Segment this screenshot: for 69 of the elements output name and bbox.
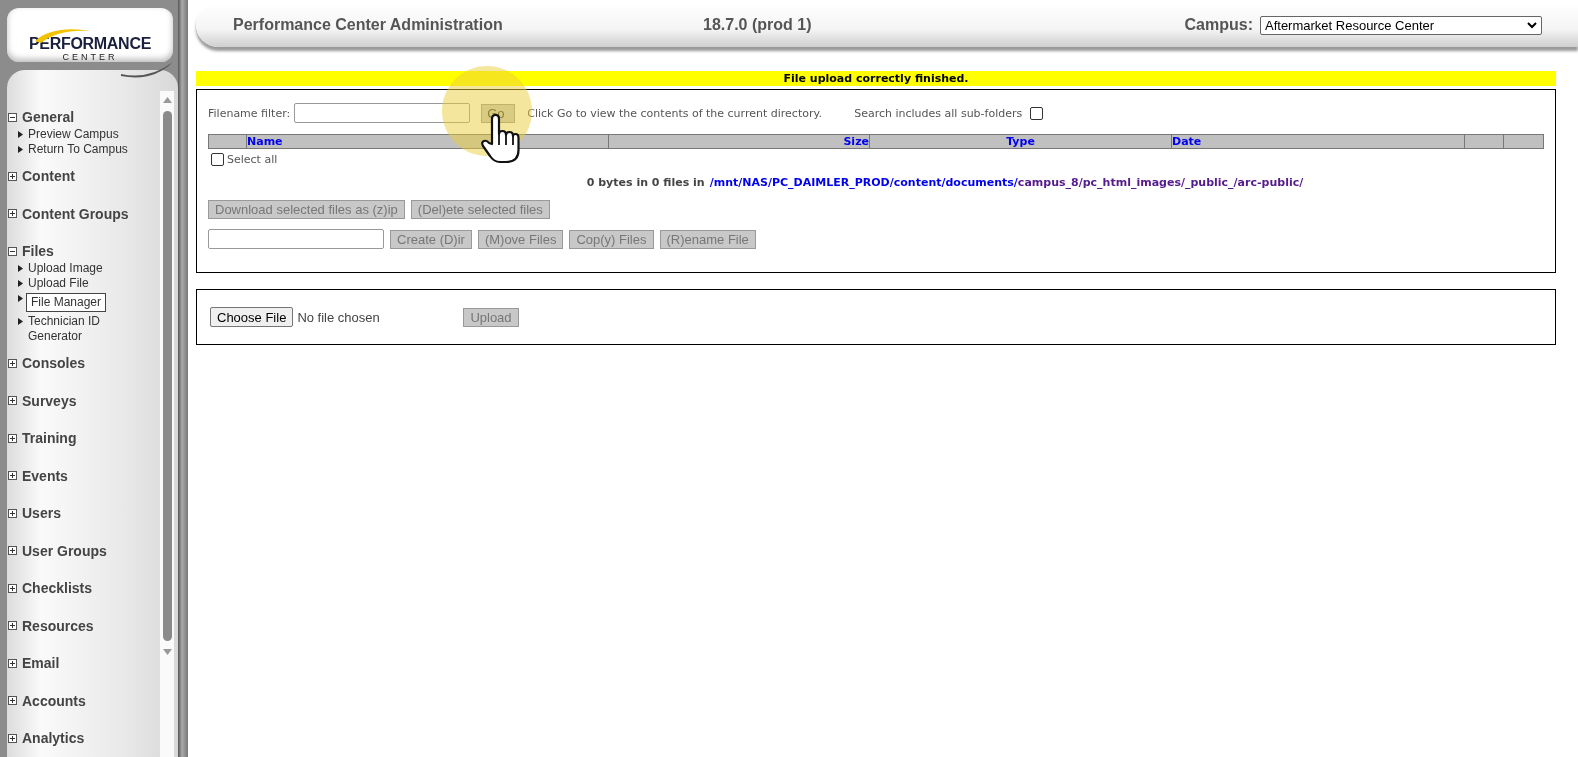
- toggle-icon[interactable]: [8, 696, 17, 705]
- scroll-up-icon[interactable]: [162, 97, 172, 103]
- version-label: 18.7.0 (prod 1): [703, 16, 812, 34]
- sidebar-section[interactable]: Content: [22, 168, 75, 184]
- toggle-icon[interactable]: [8, 433, 17, 443]
- choose-file-button[interactable]: Choose File: [210, 307, 294, 327]
- filter-field[interactable]: [294, 103, 471, 123]
- sidebar-section[interactable]: Events: [22, 467, 68, 484]
- toggle-icon[interactable]: [8, 583, 17, 593]
- column-header[interactable]: Size: [843, 135, 869, 148]
- caret-icon: [1527, 21, 1537, 29]
- sidebar-section[interactable]: User Groups: [22, 542, 107, 559]
- sidebar-item[interactable]: Preview Campus: [28, 127, 119, 142]
- subfolders-label: Search includes all sub-folders: [854, 106, 1023, 120]
- toggle-icon[interactable]: [8, 171, 17, 181]
- toggle-icon[interactable]: [8, 658, 17, 668]
- sidebar-section[interactable]: Analytics: [22, 730, 85, 746]
- toggle-icon[interactable]: [8, 733, 17, 743]
- sidebar-section[interactable]: Resources: [22, 617, 94, 634]
- triangle-icon: [18, 146, 23, 153]
- column-header[interactable]: Date: [1172, 135, 1202, 148]
- sidebar-section[interactable]: Surveys: [22, 392, 77, 409]
- triangle-icon: [18, 131, 23, 138]
- sidebar-section[interactable]: General: [22, 109, 75, 125]
- summary-text: 0 bytes in 0 files in: [586, 176, 705, 189]
- triangle-icon: [18, 318, 23, 325]
- column-header[interactable]: Name: [247, 135, 283, 148]
- sidebar-item[interactable]: Return To Campus: [28, 142, 128, 157]
- sidebar-item[interactable]: File Manager: [26, 293, 107, 312]
- status-message: File upload correctly finished.: [196, 71, 1556, 86]
- toggle-icon[interactable]: [8, 508, 17, 518]
- scroll-down-icon[interactable]: [162, 649, 172, 655]
- toggle-icon[interactable]: [8, 471, 17, 480]
- sidebar-section[interactable]: Content Groups: [22, 205, 129, 222]
- sidebar-section[interactable]: Consoles: [22, 355, 85, 371]
- toggle-icon[interactable]: [8, 209, 17, 218]
- toggle-icon[interactable]: [8, 246, 17, 256]
- sidebar-section[interactable]: Files: [22, 243, 54, 259]
- sidebar-section[interactable]: Users: [22, 505, 61, 521]
- logo-text: CENTER: [62, 52, 118, 62]
- file-status: No file chosen: [297, 309, 381, 325]
- sidebar-item[interactable]: Technician ID Generator: [28, 314, 138, 344]
- name-field[interactable]: [208, 229, 384, 249]
- sidebar-section[interactable]: Email: [22, 655, 60, 671]
- toggle-icon[interactable]: [8, 621, 17, 630]
- path-link[interactable]: /mnt/NAS/PC_DAIMLER_PROD/content/documents/: [709, 176, 1018, 189]
- subfolders-checkbox[interactable]: [1030, 106, 1044, 120]
- sidebar-section[interactable]: Accounts: [22, 692, 86, 709]
- path-link[interactable]: campus_8/pc_html_images/_public_/arc-public/: [1017, 176, 1304, 189]
- campus-select[interactable]: Aftermarket Resource Center: [1260, 15, 1542, 35]
- sidebar-section[interactable]: Training: [22, 430, 77, 446]
- logo-text: PERFORMANCE: [28, 35, 151, 53]
- sidebar-item[interactable]: Upload File: [28, 276, 89, 291]
- triangle-icon: [18, 280, 23, 287]
- scrollbar[interactable]: [160, 91, 174, 757]
- toggle-icon[interactable]: [8, 358, 17, 368]
- sidebar-item[interactable]: Upload Image: [28, 261, 103, 276]
- toggle-icon[interactable]: [8, 396, 17, 405]
- select-all-label: Select all: [227, 153, 278, 166]
- triangle-icon: [18, 265, 23, 272]
- campus-label: Campus:: [1184, 16, 1253, 34]
- app-title: Performance Center Administration: [233, 16, 504, 34]
- toggle-icon[interactable]: [8, 546, 17, 555]
- filter-label: Filename filter:: [208, 106, 291, 120]
- toggle-icon[interactable]: [8, 112, 17, 122]
- select-all-checkbox[interactable]: [211, 153, 224, 166]
- triangle-icon: [18, 295, 23, 302]
- column-header[interactable]: Type: [1006, 135, 1035, 148]
- sidebar-section[interactable]: Checklists: [22, 580, 93, 596]
